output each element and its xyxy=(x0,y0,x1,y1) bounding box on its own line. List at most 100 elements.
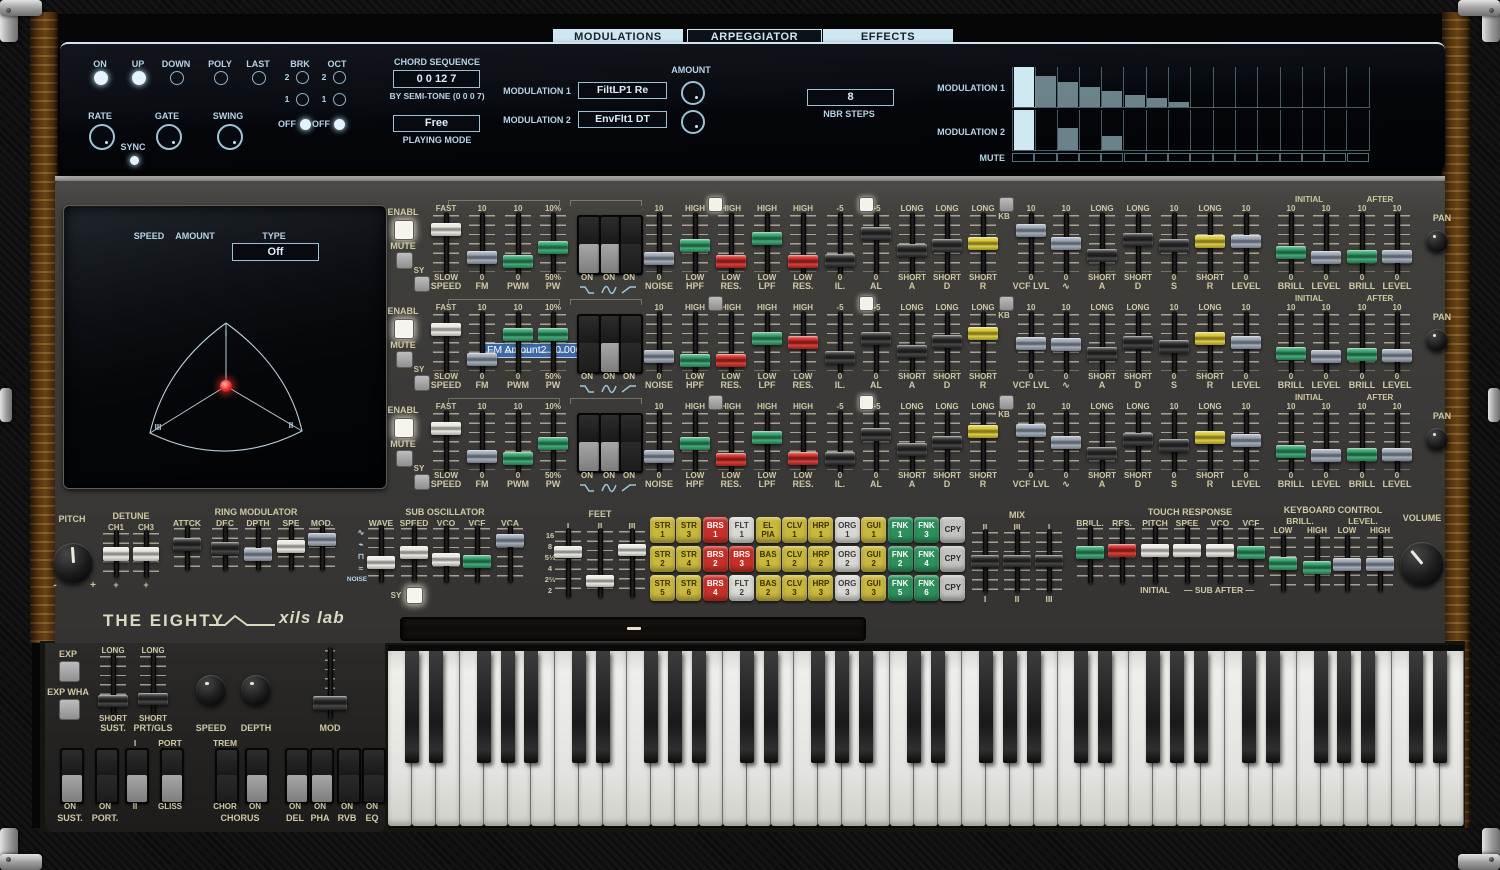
seq-mute-cell[interactable] xyxy=(1257,153,1279,162)
preset-button-brs-1[interactable]: BRS1 xyxy=(703,517,728,543)
arp-rate-knob[interactable] xyxy=(89,124,115,150)
seq-mute-cell[interactable] xyxy=(1168,153,1190,162)
preset-button-str-4[interactable]: STR4 xyxy=(676,546,701,572)
ch1-al-slider[interactable] xyxy=(863,215,889,272)
ch3-r2-slider[interactable] xyxy=(1197,413,1223,470)
volume-knob[interactable] xyxy=(1400,542,1444,586)
ch1-il-slider[interactable] xyxy=(827,215,853,272)
ch3-fm-slider[interactable] xyxy=(469,413,495,470)
ch3-link-button-1[interactable] xyxy=(708,395,723,410)
black-key[interactable] xyxy=(740,651,754,763)
seq-step[interactable] xyxy=(1057,67,1080,108)
seq-step[interactable] xyxy=(1079,110,1102,151)
black-key[interactable] xyxy=(1337,651,1351,763)
black-key[interactable] xyxy=(692,651,706,763)
ch1-sine-slider[interactable] xyxy=(1053,215,1079,272)
ch3-pwm-slider[interactable] xyxy=(505,413,531,470)
touch-response-vco-slider[interactable] xyxy=(1207,528,1233,581)
black-key[interactable] xyxy=(811,651,825,763)
seq-step[interactable] xyxy=(1213,110,1236,151)
perf-switch-eq[interactable] xyxy=(362,748,386,804)
ch3-vcflvl-slider[interactable] xyxy=(1018,413,1044,470)
ch2-link-button-2[interactable] xyxy=(859,296,874,311)
preset-button-hrp-3[interactable]: HRP3 xyxy=(808,575,833,601)
seq-step[interactable] xyxy=(1213,67,1236,108)
nbr-steps-display[interactable]: 8 xyxy=(807,89,894,106)
preset-button-clv-1[interactable]: CLV1 xyxy=(782,517,807,543)
ch2-kb-button[interactable] xyxy=(999,296,1014,311)
ch3-a2-slider[interactable] xyxy=(1089,413,1115,470)
ch1-kb-button[interactable] xyxy=(999,197,1014,212)
seq-mute-cell[interactable] xyxy=(1235,153,1257,162)
perf-switch-trem[interactable] xyxy=(215,748,239,804)
ch3-sine-slider[interactable] xyxy=(1053,413,1079,470)
seq-step[interactable] xyxy=(1146,110,1169,151)
black-key[interactable] xyxy=(835,651,849,763)
ch2-vcflvl-slider[interactable] xyxy=(1018,314,1044,371)
ch2-waveform-switch-3[interactable] xyxy=(619,314,643,374)
black-key[interactable] xyxy=(405,651,419,763)
preset-button-hrp-1[interactable]: HRP1 xyxy=(808,517,833,543)
touch-response-res-slider[interactable] xyxy=(1109,528,1135,581)
seq-step[interactable] xyxy=(1034,67,1057,108)
seq-step[interactable] xyxy=(1235,110,1258,151)
ch2-s2-slider[interactable] xyxy=(1161,314,1187,371)
ring-modulator-attck-slider[interactable] xyxy=(174,528,200,568)
modulation2-select[interactable]: EnvFlt1 DT xyxy=(578,111,667,128)
ch1-a1-slider[interactable] xyxy=(899,215,925,272)
seq-step[interactable] xyxy=(1302,67,1325,108)
arp-down-led[interactable] xyxy=(170,71,184,85)
ch3-link-button-2[interactable] xyxy=(859,395,874,410)
black-key[interactable] xyxy=(501,651,515,763)
ch3-pan-knob[interactable] xyxy=(1426,428,1448,450)
ch3-res2-slider[interactable] xyxy=(790,413,816,470)
ch2-il-slider[interactable] xyxy=(827,314,853,371)
preset-button-brs-3[interactable]: BRS3 xyxy=(729,546,754,572)
preset-button-brs-4[interactable]: BRS4 xyxy=(703,575,728,601)
preset-button-brs-2[interactable]: BRS2 xyxy=(703,546,728,572)
arp-poly-led[interactable] xyxy=(214,71,228,85)
ch2-waveform-switch-1[interactable] xyxy=(577,314,601,374)
preset-button-hrp-2[interactable]: HRP2 xyxy=(808,546,833,572)
seq-step[interactable] xyxy=(1012,67,1036,108)
black-key[interactable] xyxy=(1146,651,1160,763)
pitch-knob[interactable] xyxy=(53,543,93,583)
ch3-s2-slider[interactable] xyxy=(1161,413,1187,470)
ch3-r1-slider[interactable] xyxy=(970,413,996,470)
seq-step[interactable] xyxy=(1257,67,1280,108)
preset-button-fnk-5[interactable]: FNK5 xyxy=(888,575,913,601)
ch2-level_i-slider[interactable] xyxy=(1313,314,1339,371)
ch3-d1-slider[interactable] xyxy=(934,413,960,470)
seq-step[interactable] xyxy=(1124,67,1147,108)
ribbon-controller[interactable] xyxy=(400,617,866,641)
seq-step[interactable] xyxy=(1302,110,1325,151)
ch1-pwm-slider[interactable] xyxy=(505,215,531,272)
preset-button-org-1[interactable]: ORG1 xyxy=(835,517,860,543)
modulation1-select[interactable]: FiltLP1 Re xyxy=(578,82,667,99)
ch2-res1-slider[interactable] xyxy=(718,314,744,371)
ch1-brill_i-slider[interactable] xyxy=(1278,215,1304,272)
kbctrl-brill-high-slider[interactable] xyxy=(1304,537,1330,589)
preset-button-str-2[interactable]: STR2 xyxy=(650,546,675,572)
seq-mute-cell[interactable] xyxy=(1146,153,1168,162)
preset-button-str-3[interactable]: STR3 xyxy=(676,517,701,543)
ch3-speed-slider[interactable] xyxy=(433,413,459,470)
ch3-lpf-slider[interactable] xyxy=(754,413,780,470)
ch1-pw-slider[interactable] xyxy=(540,215,566,272)
seq-step[interactable] xyxy=(1347,110,1370,151)
ch1-a2-slider[interactable] xyxy=(1089,215,1115,272)
exp-button[interactable] xyxy=(59,661,80,682)
ch1-s2-slider[interactable] xyxy=(1161,215,1187,272)
preset-button-bas-2[interactable]: BAS2 xyxy=(756,575,781,601)
black-key[interactable] xyxy=(931,651,945,763)
ch3-a1-slider[interactable] xyxy=(899,413,925,470)
oct-2-led[interactable] xyxy=(333,71,346,84)
chord-sequence-display[interactable]: 0 0 12 7 xyxy=(393,70,480,88)
seq-step[interactable] xyxy=(1190,110,1213,151)
ch2-brill_i-slider[interactable] xyxy=(1278,314,1304,371)
seq-step[interactable] xyxy=(1324,110,1347,151)
seq-mute-cell[interactable] xyxy=(1079,153,1101,162)
seq-mute-cell[interactable] xyxy=(1280,153,1302,162)
ring-modulator-dpth-slider[interactable] xyxy=(245,528,271,568)
ch3-level-slider[interactable] xyxy=(1233,413,1259,470)
